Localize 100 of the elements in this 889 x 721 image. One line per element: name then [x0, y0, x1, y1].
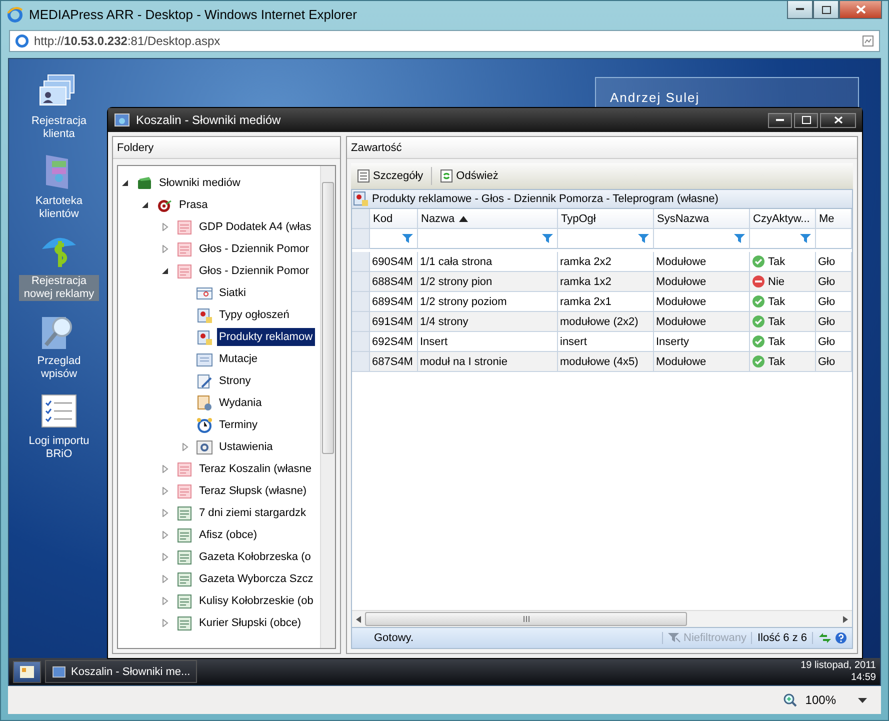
check-icon	[752, 255, 765, 268]
column-header[interactable]: Nazwa	[418, 209, 558, 229]
expanded-arrow-icon[interactable]	[161, 267, 169, 275]
collapsed-arrow-icon[interactable]	[161, 597, 169, 605]
tree-item[interactable]: Ustawienia	[217, 438, 275, 456]
taskbar-button[interactable]: Koszalin - Słowniki me...	[45, 660, 198, 683]
dialog-title: Koszalin - Słowniki mediów	[136, 113, 282, 127]
tree-item[interactable]: Terminy	[217, 416, 260, 434]
filter-icon[interactable]	[734, 233, 745, 244]
filter-icon[interactable]	[800, 233, 811, 244]
collapsed-arrow-icon[interactable]	[181, 443, 189, 451]
filter-field[interactable]	[370, 229, 418, 249]
minimize-button[interactable]	[787, 1, 813, 19]
column-header[interactable]: Kod	[370, 209, 418, 229]
newspaper-icon	[176, 504, 193, 522]
header-corner	[352, 209, 370, 229]
time-text: 14:59	[850, 672, 876, 684]
tree-item[interactable]: Typy ogłoszeń	[217, 306, 292, 324]
start-icon	[19, 664, 35, 678]
tree-item[interactable]: Teraz Koszalin (własne	[197, 460, 314, 478]
desktop-icon-label[interactable]: Rejestracja nowej reklamy	[19, 275, 99, 301]
tree-item[interactable]: 7 dni ziemi stargardzk	[197, 504, 308, 522]
collapsed-arrow-icon[interactable]	[161, 509, 169, 517]
tree-item[interactable]: Kulisy Kołobrzeskie (ob	[197, 592, 316, 610]
caret-icon[interactable]	[858, 698, 867, 702]
tree-item[interactable]: Strony	[217, 372, 253, 390]
collapsed-arrow-icon[interactable]	[161, 487, 169, 495]
zoom-level[interactable]: 100%	[805, 693, 836, 707]
desktop-icon-label[interactable]: Rejestracja klienta	[19, 115, 99, 141]
maximize-button[interactable]	[794, 112, 818, 128]
filter-field[interactable]	[816, 229, 852, 249]
table-cell: Inserty	[654, 332, 750, 352]
status-cell: Tak	[750, 312, 816, 332]
table-cell: 691S4M	[370, 312, 418, 332]
tree-item[interactable]: Słowniki mediów	[157, 174, 242, 192]
tree-item[interactable]: Teraz Słupsk (własne)	[197, 482, 309, 500]
scrollbar-thumb[interactable]	[365, 612, 687, 626]
table-cell: Gło	[816, 272, 852, 292]
certificate-icon	[352, 191, 369, 207]
close-button[interactable]	[820, 112, 856, 128]
table-cell: Gło	[816, 252, 852, 272]
filter-field[interactable]	[558, 229, 654, 249]
tree-item[interactable]: Wydania	[217, 394, 264, 412]
tree-item[interactable]: Kurier Słupski (obce)	[197, 614, 304, 632]
horizontal-scrollbar[interactable]	[352, 610, 852, 627]
newspaper-icon	[176, 218, 193, 236]
column-header[interactable]: TypOgł	[558, 209, 654, 229]
filter-icon[interactable]	[402, 233, 413, 244]
address-field[interactable]: http://10.53.0.232:81/Desktop.aspx	[9, 30, 880, 52]
page-icon[interactable]	[862, 35, 874, 47]
filter-icon[interactable]	[542, 233, 553, 244]
check-icon	[752, 355, 765, 368]
column-header[interactable]: Me	[816, 209, 852, 229]
sync-arrows-icon[interactable]	[818, 632, 832, 644]
zoom-icon[interactable]	[783, 693, 798, 707]
status-cell: Tak	[750, 292, 816, 312]
filter-icon[interactable]	[638, 233, 649, 244]
toolbar-button[interactable]: Szczegóły	[355, 167, 426, 185]
tree-item[interactable]: Siatki	[217, 284, 248, 302]
maximize-button[interactable]	[813, 1, 839, 19]
tree-item[interactable]: Gazeta Wyborcza Szcz	[197, 570, 316, 588]
collapsed-arrow-icon[interactable]	[161, 531, 169, 539]
collapsed-arrow-icon[interactable]	[161, 245, 169, 253]
collapsed-arrow-icon[interactable]	[161, 223, 169, 231]
expanded-arrow-icon[interactable]	[141, 201, 149, 209]
collapsed-arrow-icon[interactable]	[161, 465, 169, 473]
tree-item[interactable]: Afisz (obce)	[197, 526, 260, 544]
vertical-scrollbar[interactable]	[320, 166, 335, 648]
column-header[interactable]: CzyAktyw...	[750, 209, 816, 229]
tree-item[interactable]: Głos - Dziennik Pomor	[197, 262, 312, 280]
collapsed-arrow-icon[interactable]	[161, 575, 169, 583]
tree-item[interactable]: Prasa	[177, 196, 210, 214]
desktop-icon-label[interactable]: Kartoteka klientów	[19, 195, 99, 221]
collapsed-arrow-icon[interactable]	[161, 619, 169, 627]
start-button[interactable]	[13, 660, 41, 682]
tree-item[interactable]: Produkty reklamow	[217, 328, 315, 346]
minimize-button[interactable]	[768, 112, 792, 128]
scrollbar-thumb[interactable]	[322, 182, 334, 454]
scroll-right-icon[interactable]	[843, 616, 848, 622]
document-icon	[357, 169, 370, 183]
column-header[interactable]: SysNazwa	[654, 209, 750, 229]
tree-item[interactable]: Gazeta Kołobrzeska (o	[197, 548, 313, 566]
desktop-icon-label[interactable]: Logi importu BRiO	[19, 435, 99, 461]
tree-item[interactable]: GDP Dodatek A4 (włas	[197, 218, 314, 236]
table-cell: 689S4M	[370, 292, 418, 312]
filter-off-icon	[668, 632, 680, 644]
toolbar-button[interactable]: Odśwież	[438, 167, 500, 185]
status-cell: Tak	[750, 352, 816, 372]
help-icon[interactable]	[835, 632, 847, 644]
filter-field[interactable]	[750, 229, 816, 249]
table-cell: ramka 2x2	[558, 252, 654, 272]
table-cell: Gło	[816, 332, 852, 352]
scroll-left-icon[interactable]	[356, 616, 361, 622]
filter-field[interactable]	[418, 229, 558, 249]
desktop-icon-label[interactable]: Przeglad wpisów	[19, 355, 99, 381]
tree-item[interactable]: Mutacje	[217, 350, 260, 368]
collapsed-arrow-icon[interactable]	[161, 553, 169, 561]
tree-item[interactable]: Głos - Dziennik Pomor	[197, 240, 312, 258]
filter-field[interactable]	[654, 229, 750, 249]
expanded-arrow-icon[interactable]	[121, 179, 129, 187]
